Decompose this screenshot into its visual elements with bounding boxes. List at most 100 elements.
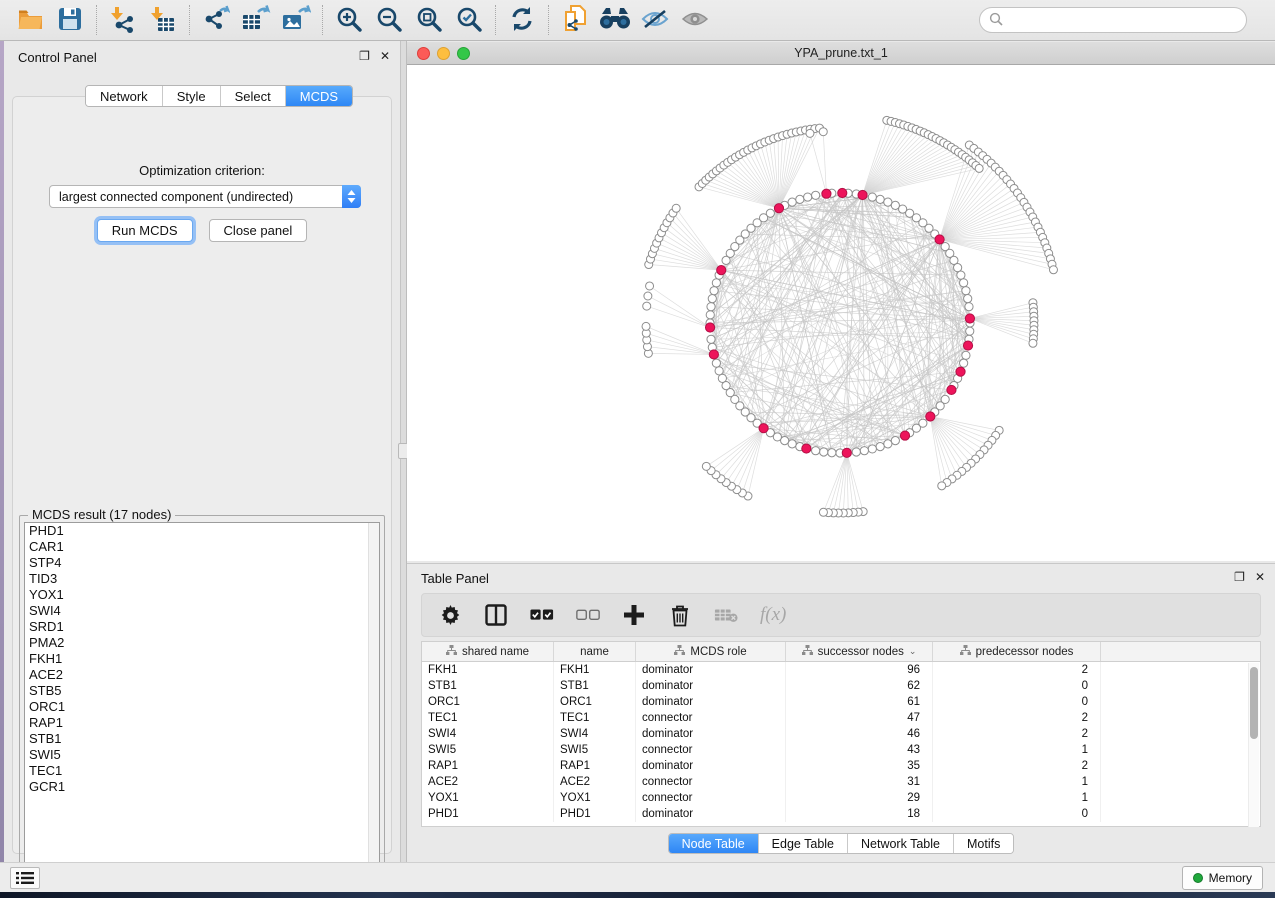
column-header-name[interactable]: name <box>554 642 636 661</box>
mcds-hub-node[interactable] <box>965 314 974 323</box>
mcds-hub-node[interactable] <box>858 190 867 199</box>
mcds-result-item[interactable]: STB5 <box>25 683 379 699</box>
ring-node[interactable] <box>710 287 718 295</box>
mcds-hub-node[interactable] <box>717 266 726 275</box>
zoom-fit-button[interactable] <box>409 3 449 37</box>
show-all-button[interactable] <box>675 3 715 37</box>
network-from-selection-button[interactable] <box>555 3 595 37</box>
leaf-node[interactable] <box>1029 339 1037 347</box>
float-table-panel-icon[interactable]: ❐ <box>1234 571 1245 583</box>
task-history-button[interactable] <box>10 867 40 889</box>
close-panel-icon[interactable]: ✕ <box>380 50 390 62</box>
delete-trash-icon[interactable] <box>668 603 692 627</box>
mcds-hub-node[interactable] <box>822 189 831 198</box>
first-neighbors-button[interactable] <box>595 3 635 37</box>
mcds-result-item[interactable]: TID3 <box>25 571 379 587</box>
ring-node[interactable] <box>966 327 974 335</box>
vertical-splitter[interactable] <box>400 41 407 862</box>
select-all-icon[interactable] <box>530 603 554 627</box>
table-row[interactable]: ACE2ACE2connector311 <box>422 774 1260 790</box>
ring-node[interactable] <box>884 198 892 206</box>
mcds-result-item[interactable]: YOX1 <box>25 587 379 603</box>
ring-node[interactable] <box>712 279 720 287</box>
ring-node[interactable] <box>706 311 714 319</box>
tab-select[interactable]: Select <box>221 86 286 106</box>
ring-node[interactable] <box>788 440 796 448</box>
table-row[interactable]: SWI5SWI5connector431 <box>422 742 1260 758</box>
deselect-all-icon[interactable] <box>576 603 600 627</box>
network-window-titlebar[interactable]: YPA_prune.txt_1 <box>407 42 1275 65</box>
ring-node[interactable] <box>876 195 884 203</box>
ring-node[interactable] <box>707 335 715 343</box>
zoom-in-button[interactable] <box>329 3 369 37</box>
ring-node[interactable] <box>960 359 968 367</box>
tab-network-table[interactable]: Network Table <box>848 834 954 853</box>
ring-node[interactable] <box>812 447 820 455</box>
ring-node[interactable] <box>860 447 868 455</box>
leaf-node[interactable] <box>643 302 651 310</box>
export-network-button[interactable] <box>196 3 236 37</box>
ring-node[interactable] <box>712 359 720 367</box>
ring-node[interactable] <box>804 193 812 201</box>
ring-node[interactable] <box>796 195 804 203</box>
memory-button[interactable]: Memory <box>1182 866 1263 890</box>
search-box[interactable] <box>979 7 1247 33</box>
leaf-node[interactable] <box>646 282 654 290</box>
mcds-result-item[interactable]: PMA2 <box>25 635 379 651</box>
mcds-hub-node[interactable] <box>802 444 811 453</box>
table-row[interactable]: FKH1FKH1dominator962 <box>422 662 1260 678</box>
leaf-node[interactable] <box>819 128 827 136</box>
ring-node[interactable] <box>891 437 899 445</box>
column-header-MCDS-role[interactable]: MCDS role <box>636 642 786 661</box>
ring-node[interactable] <box>884 440 892 448</box>
mcds-hub-node[interactable] <box>842 448 851 457</box>
ring-node[interactable] <box>812 191 820 199</box>
ring-node[interactable] <box>718 374 726 382</box>
table-row[interactable]: YOX1YOX1connector291 <box>422 790 1260 806</box>
mcds-hub-node[interactable] <box>774 204 783 213</box>
mcds-result-item[interactable]: FKH1 <box>25 651 379 667</box>
leaf-node[interactable] <box>672 204 680 212</box>
leaf-node[interactable] <box>806 129 814 137</box>
leaf-node[interactable] <box>644 292 652 300</box>
table-row[interactable]: TEC1TEC1connector472 <box>422 710 1260 726</box>
column-header-predecessor-nodes[interactable]: predecessor nodes <box>933 642 1101 661</box>
mcds-result-item[interactable]: ORC1 <box>25 699 379 715</box>
ring-node[interactable] <box>708 295 716 303</box>
mcds-result-item[interactable]: SWI4 <box>25 603 379 619</box>
ring-node[interactable] <box>876 443 884 451</box>
mcds-result-item[interactable]: STP4 <box>25 555 379 571</box>
import-network-button[interactable] <box>103 3 143 37</box>
ring-node[interactable] <box>707 303 715 311</box>
column-header-successor-nodes[interactable]: successor nodes⌄ <box>786 642 933 661</box>
mcds-hub-node[interactable] <box>838 188 847 197</box>
mcds-hub-node[interactable] <box>926 412 935 421</box>
leaf-node[interactable] <box>938 482 946 490</box>
ring-node[interactable] <box>962 351 970 359</box>
save-session-button[interactable] <box>50 3 90 37</box>
ring-node[interactable] <box>954 264 962 272</box>
column-header-shared-name[interactable]: shared name <box>422 642 554 661</box>
open-session-button[interactable] <box>10 3 50 37</box>
column-layout-icon[interactable] <box>484 603 508 627</box>
mcds-result-item[interactable]: ACE2 <box>25 667 379 683</box>
close-panel-button[interactable]: Close panel <box>209 219 308 242</box>
mcds-hub-node[interactable] <box>900 431 909 440</box>
table-row[interactable]: STB1STB1dominator620 <box>422 678 1260 694</box>
ring-node[interactable] <box>960 279 968 287</box>
leaf-node[interactable] <box>702 462 710 470</box>
ring-node[interactable] <box>964 295 972 303</box>
optimization-criterion-select[interactable]: largest connected component (undirected) <box>49 185 361 208</box>
mcds-hub-node[interactable] <box>759 424 768 433</box>
mcds-result-item[interactable]: SRD1 <box>25 619 379 635</box>
ring-node[interactable] <box>820 448 828 456</box>
mcds-hub-node[interactable] <box>935 235 944 244</box>
mcds-hub-node[interactable] <box>947 385 956 394</box>
ring-node[interactable] <box>868 445 876 453</box>
ring-node[interactable] <box>828 449 836 457</box>
mcds-result-item[interactable]: STB1 <box>25 731 379 747</box>
table-row[interactable]: PHD1PHD1dominator180 <box>422 806 1260 822</box>
table-scrollbar-thumb[interactable] <box>1250 667 1258 739</box>
network-graph[interactable] <box>407 65 1275 561</box>
close-table-panel-icon[interactable]: ✕ <box>1255 571 1265 583</box>
